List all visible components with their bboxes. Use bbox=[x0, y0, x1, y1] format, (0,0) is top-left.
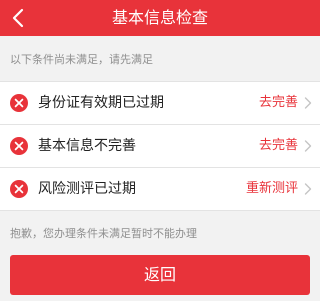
page-title: 基本信息检查 bbox=[111, 8, 208, 27]
chevron-right-icon bbox=[304, 183, 312, 195]
condition-row-id-card[interactable]: 身份证有效期已过期 去完善 bbox=[0, 81, 320, 125]
reassess-link[interactable]: 重新测评 bbox=[246, 168, 298, 210]
close-circle-icon bbox=[10, 137, 28, 155]
close-circle-icon bbox=[10, 180, 28, 198]
notice-text: 抱歉，您办理条件未满足暂时不能办理 bbox=[10, 227, 197, 240]
condition-label: 身份证有效期已过期 bbox=[38, 95, 164, 111]
complete-link[interactable]: 去完善 bbox=[259, 125, 298, 167]
chevron-right-icon bbox=[304, 97, 312, 109]
condition-label: 风险测评已过期 bbox=[38, 181, 136, 197]
close-circle-icon bbox=[10, 94, 28, 112]
condition-list: 身份证有效期已过期 去完善 基本信息不完善 去完善 风险测评已过期 重新测评 bbox=[0, 81, 320, 211]
condition-row-risk-assessment[interactable]: 风险测评已过期 重新测评 bbox=[0, 168, 320, 211]
complete-link[interactable]: 去完善 bbox=[259, 82, 298, 124]
condition-row-basic-info[interactable]: 基本信息不完善 去完善 bbox=[0, 125, 320, 168]
hint-text: 以下条件尚未满足，请先满足 bbox=[10, 53, 153, 66]
nav-bar: 基本信息检查 bbox=[0, 0, 320, 36]
condition-label: 基本信息不完善 bbox=[38, 138, 136, 154]
chevron-right-icon bbox=[304, 140, 312, 152]
return-button[interactable]: 返回 bbox=[10, 255, 310, 295]
